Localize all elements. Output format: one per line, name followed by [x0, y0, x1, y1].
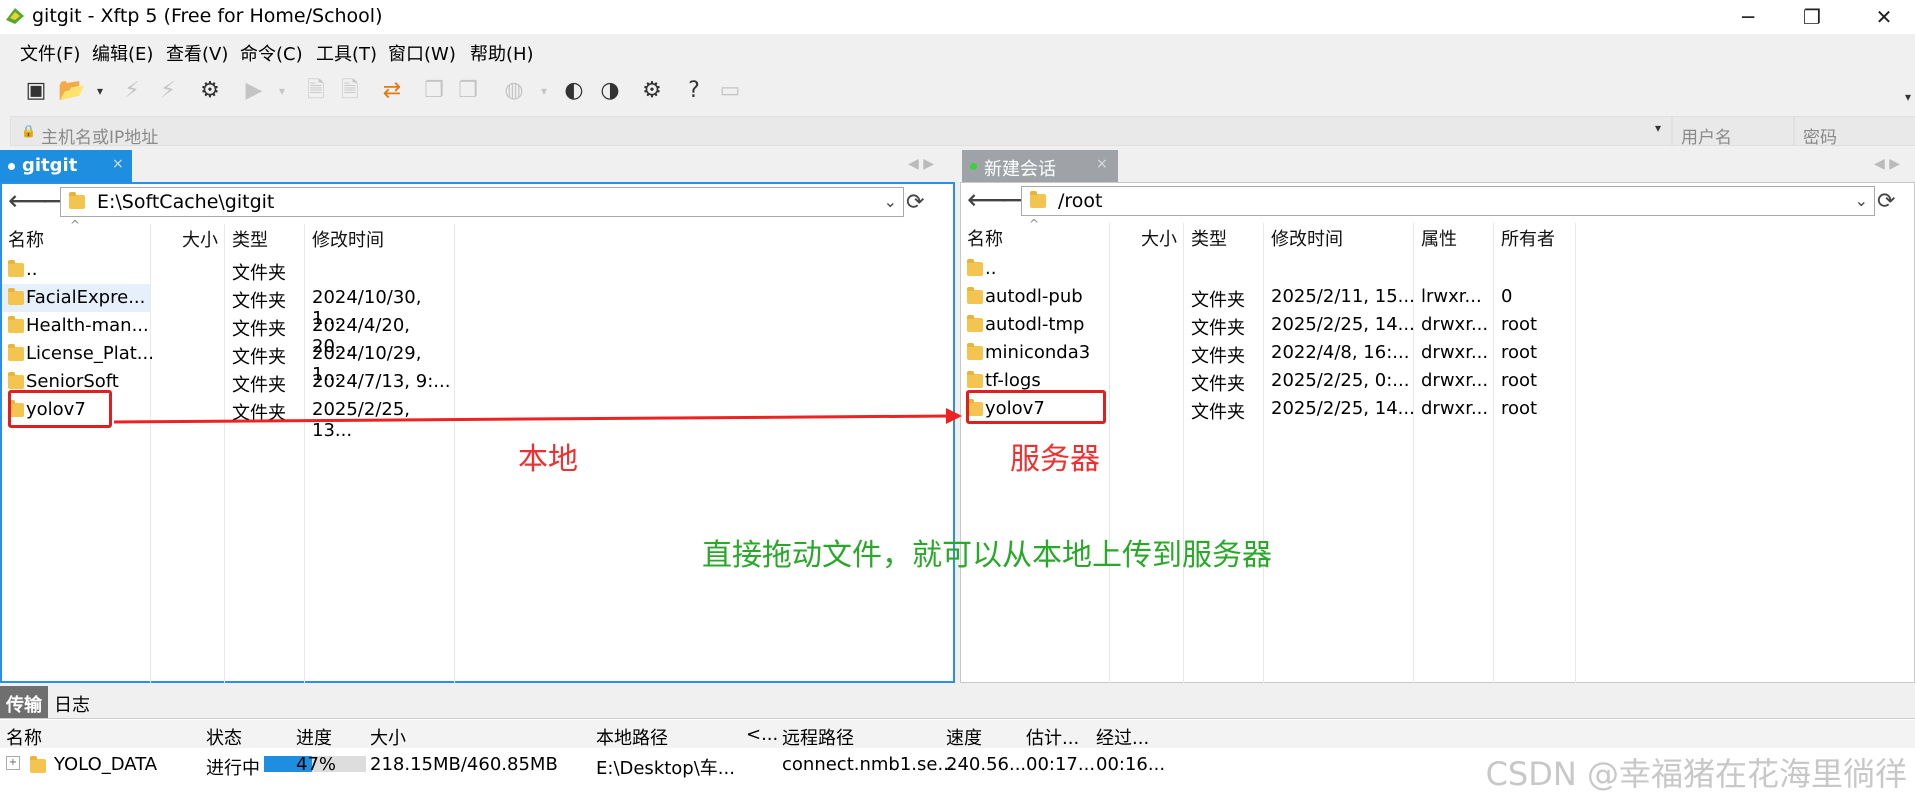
annotation-drag-arrow: [113, 408, 962, 424]
folder-icon: [30, 756, 46, 773]
column-header-speed[interactable]: 速度: [946, 724, 982, 750]
transfer-local-path: E:\Desktop\车...: [596, 758, 735, 779]
progress-text: 47%: [296, 754, 337, 775]
column-header-name[interactable]: 名称: [6, 724, 42, 750]
annotation-instruction: 直接拖动文件，就可以从本地上传到服务器: [702, 538, 1272, 573]
column-header-progress[interactable]: 进度: [296, 724, 332, 750]
column-header-eta[interactable]: 估计...: [1026, 724, 1079, 750]
transfer-table-header: 名称 状态 进度 大小 本地路径 <... 远程路径 速度 估计... 经过..…: [0, 720, 1915, 750]
annotation-server-label: 服务器: [1010, 442, 1100, 477]
transfer-tabs: 传输 日志: [0, 686, 1915, 719]
transfer-remote-path: connect.nmb1.se...: [782, 754, 955, 775]
column-header-remote-path[interactable]: 远程路径: [782, 724, 854, 750]
tab-label: 传输: [6, 695, 42, 716]
tab-transfer[interactable]: 传输: [0, 686, 48, 718]
column-header-status[interactable]: 状态: [206, 724, 242, 750]
tab-log[interactable]: 日志: [52, 686, 102, 718]
transfer-status: 进行中: [206, 758, 260, 779]
transfer-panel: 传输 日志 名称 状态 进度 大小 本地路径 <... 远程路径 速度 估计..…: [0, 686, 1915, 801]
transfer-name: YOLO_DATA: [54, 754, 158, 775]
transfer-size: 218.15MB/460.85MB: [370, 754, 558, 775]
column-header-direction[interactable]: <...: [746, 724, 778, 745]
column-header-size[interactable]: 大小: [370, 724, 406, 750]
watermark: CSDN @幸福猪在花海里徜徉: [1485, 755, 1907, 793]
expand-icon[interactable]: +: [6, 756, 20, 770]
transfer-elapsed: 00:16...: [1096, 754, 1166, 775]
column-header-elapsed[interactable]: 经过...: [1096, 724, 1149, 750]
tab-label: 日志: [54, 695, 90, 716]
annotation-local-label: 本地: [518, 442, 578, 477]
transfer-eta: 00:17...: [1026, 754, 1096, 775]
column-header-local-path[interactable]: 本地路径: [596, 724, 668, 750]
transfer-speed: 240.56...: [946, 754, 1027, 775]
